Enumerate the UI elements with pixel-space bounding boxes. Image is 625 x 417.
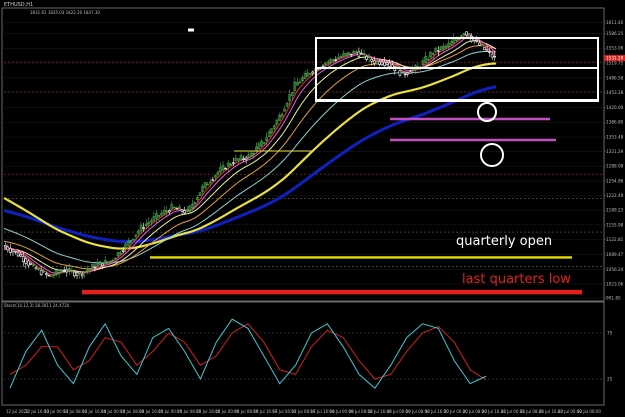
candle-body [408, 71, 412, 74]
candle-body [398, 70, 402, 76]
candle-body [321, 65, 325, 68]
candle-body [244, 157, 248, 160]
candle-body [360, 53, 363, 55]
candle-body [370, 58, 374, 62]
price-axis-label: 1486.58 [606, 75, 624, 80]
candle-body [388, 62, 391, 67]
candle-body [65, 269, 69, 273]
candle-body [478, 42, 481, 46]
price-axis-label: 1453.28 [606, 90, 624, 95]
candle-body [121, 250, 125, 252]
candle-body [62, 270, 66, 273]
candle-body [27, 260, 30, 266]
candle-body [34, 267, 38, 270]
candle-body [406, 72, 409, 75]
price-axis-label: 1189.23 [606, 208, 624, 213]
candle-body [75, 272, 79, 276]
last-quarters-low-annotation: last quarters low [462, 272, 571, 287]
price-axis-label: 991.85 [606, 296, 621, 301]
candle-body [3, 245, 7, 248]
current-price-text: 1531.29 [606, 56, 624, 61]
candle-body [21, 256, 25, 262]
candle-body [378, 61, 381, 65]
candle-body [93, 266, 97, 269]
price-axis-label: 1611.40 [606, 20, 624, 25]
price-axis-label: 1254.86 [606, 178, 624, 183]
candle-body [14, 251, 17, 253]
candle-body [357, 51, 361, 57]
price-axis-label: 1519.75 [606, 61, 624, 66]
quote-line: 1831.61 1835.03 1822.20 1837.30 [30, 10, 100, 15]
candle-body [180, 209, 184, 212]
candle-body [6, 246, 10, 251]
stochastic-level-label: 25 [607, 377, 613, 382]
candle-body [485, 49, 489, 52]
price-axis-label: 1023.06 [606, 282, 624, 287]
candle-body [11, 249, 15, 253]
candle-body [24, 258, 28, 264]
symbol-label: ETHUSD,H1 [4, 2, 33, 8]
price-axis-label: 1222.49 [606, 193, 624, 198]
candle-body [80, 274, 84, 277]
candle-body [232, 162, 235, 164]
candle-body [39, 270, 43, 276]
price-axis-label: 1321.29 [606, 149, 624, 154]
candle-body [167, 210, 171, 213]
candle-body [475, 40, 479, 42]
price-axis-label: 1553.06 [606, 46, 624, 51]
candle-body [316, 68, 320, 71]
candle-body [493, 55, 497, 58]
price-axis-label: 1155.98 [606, 222, 624, 227]
price-axis-label: 1353.48 [606, 135, 624, 140]
candle-body [101, 263, 104, 267]
candle-body [390, 64, 394, 68]
quarterly-open-annotation: quarterly open [456, 234, 552, 249]
candle-body [490, 53, 494, 58]
time-axis-label: 22 Jul 08:00 [577, 409, 601, 414]
price-axis-label: 1288.08 [606, 164, 624, 169]
price-axis-label: 1420.00 [606, 105, 624, 110]
candle-body [311, 71, 315, 74]
price-axis-label: 1056.24 [606, 267, 624, 272]
candle-body [365, 55, 368, 60]
price-axis-label: 1089.47 [606, 252, 624, 257]
candle-body [334, 59, 338, 61]
candle-body [403, 73, 407, 76]
candle-body [224, 167, 227, 170]
candle-body [465, 31, 468, 36]
candle-body [483, 47, 486, 51]
candle-body [47, 274, 51, 277]
candle-body [349, 53, 353, 56]
chart-canvas[interactable]: 75 25 1611.40 1586.25 1553.06 1519.75 1486.58… [0, 0, 625, 417]
candle-body [211, 179, 215, 181]
candle-body [175, 208, 179, 210]
candle-body [437, 50, 440, 52]
candle-body [488, 51, 491, 53]
price-axis-label: 1386.80 [606, 120, 624, 125]
candle-body [142, 227, 145, 229]
candle-body [44, 273, 48, 275]
candle-body [372, 60, 376, 64]
candle-body [29, 262, 33, 265]
candle-body [385, 62, 389, 65]
candle-body [9, 248, 12, 253]
time-axis: 12 Jul 202212 Jul 16:0013 Jul 00:0013 Ju… [6, 409, 601, 414]
candle-body [16, 252, 20, 257]
candle-body [183, 210, 186, 214]
candle-body [380, 61, 384, 66]
candle-body [383, 61, 386, 66]
price-axis-label: 1586.25 [606, 31, 624, 36]
candle-body [19, 254, 22, 257]
candle-body [73, 271, 76, 277]
stochastic-level-label: 75 [607, 331, 613, 336]
candle-body [242, 158, 245, 160]
stochastic-label: Stoch(14,12,3) 28.2811 24.4720 [4, 303, 70, 308]
price-axis-label: 1122.81 [606, 237, 624, 242]
